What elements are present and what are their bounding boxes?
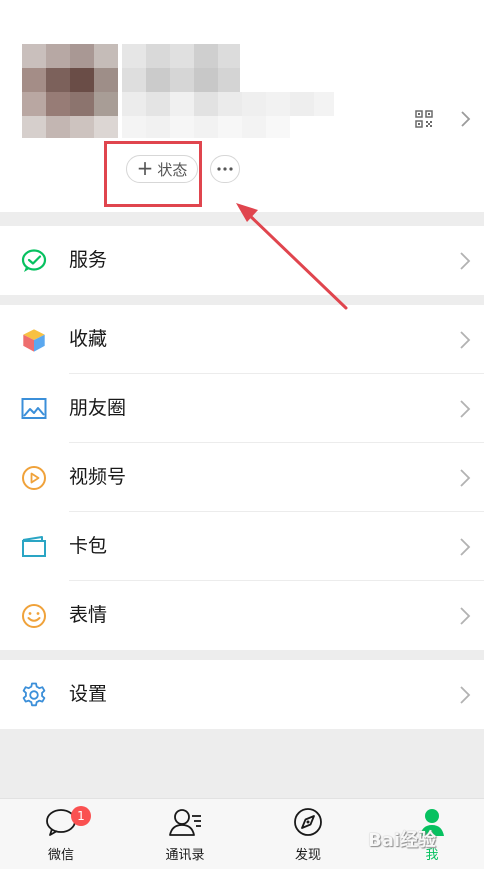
avatar-and-name-mosaic[interactable] xyxy=(22,44,334,138)
menu-item-service[interactable]: 服务 xyxy=(0,226,484,295)
menu-item-cards[interactable]: 卡包 xyxy=(0,512,484,581)
gear-icon xyxy=(22,682,46,707)
menu-label-cards: 卡包 xyxy=(69,535,108,557)
menu-label-service: 服务 xyxy=(69,249,108,271)
watermark-text: Bai经验 xyxy=(368,830,437,851)
tab-label-discover: 发现 xyxy=(294,848,321,863)
menu-label-moments: 朋友圈 xyxy=(69,397,127,419)
profile-header: + 状态 xyxy=(0,0,484,212)
unread-badge: 1 xyxy=(71,806,91,826)
chevron-right-icon xyxy=(460,538,471,556)
channels-play-icon xyxy=(22,466,46,490)
menu-label-channels: 视频号 xyxy=(69,466,127,488)
qr-code-icon[interactable] xyxy=(415,110,433,128)
chevron-right-icon xyxy=(460,252,471,270)
menu-item-channels[interactable]: 视频号 xyxy=(0,443,484,512)
moments-image-icon xyxy=(21,398,47,419)
chevron-right-icon xyxy=(460,469,471,487)
chevron-right-icon xyxy=(460,686,471,704)
menu-label-settings: 设置 xyxy=(69,683,108,705)
menu-label-stickers: 表情 xyxy=(69,604,108,626)
main-menu-section: 收藏 朋友圈 视频号 卡包 表情 xyxy=(0,305,484,650)
chevron-right-icon xyxy=(460,400,471,418)
chevron-right-icon xyxy=(460,331,471,349)
tab-contacts[interactable]: 通讯录 xyxy=(145,799,225,869)
menu-item-moments[interactable]: 朋友圈 xyxy=(0,374,484,443)
more-status-button[interactable] xyxy=(210,155,240,183)
chevron-right-icon xyxy=(460,607,471,625)
more-dots-icon xyxy=(217,167,233,171)
settings-section: 设置 xyxy=(0,660,484,729)
menu-item-favorites[interactable]: 收藏 xyxy=(0,305,484,374)
smiley-face-icon xyxy=(22,604,46,628)
tab-label-chats: 微信 xyxy=(47,848,74,863)
menu-label-favorites: 收藏 xyxy=(69,328,108,350)
contacts-person-icon xyxy=(169,809,201,836)
compass-icon xyxy=(294,808,322,836)
menu-item-settings[interactable]: 设置 xyxy=(0,660,484,729)
chevron-right-icon[interactable] xyxy=(458,110,472,128)
card-wallet-icon xyxy=(22,536,46,557)
tab-label-contacts: 通讯录 xyxy=(165,848,205,863)
tab-discover[interactable]: 发现 xyxy=(268,799,348,869)
highlight-annotation-box xyxy=(104,141,202,207)
menu-item-stickers[interactable]: 表情 xyxy=(0,581,484,650)
services-section: 服务 xyxy=(0,226,484,295)
service-icon xyxy=(21,249,47,272)
favorites-cube-icon xyxy=(22,328,46,353)
